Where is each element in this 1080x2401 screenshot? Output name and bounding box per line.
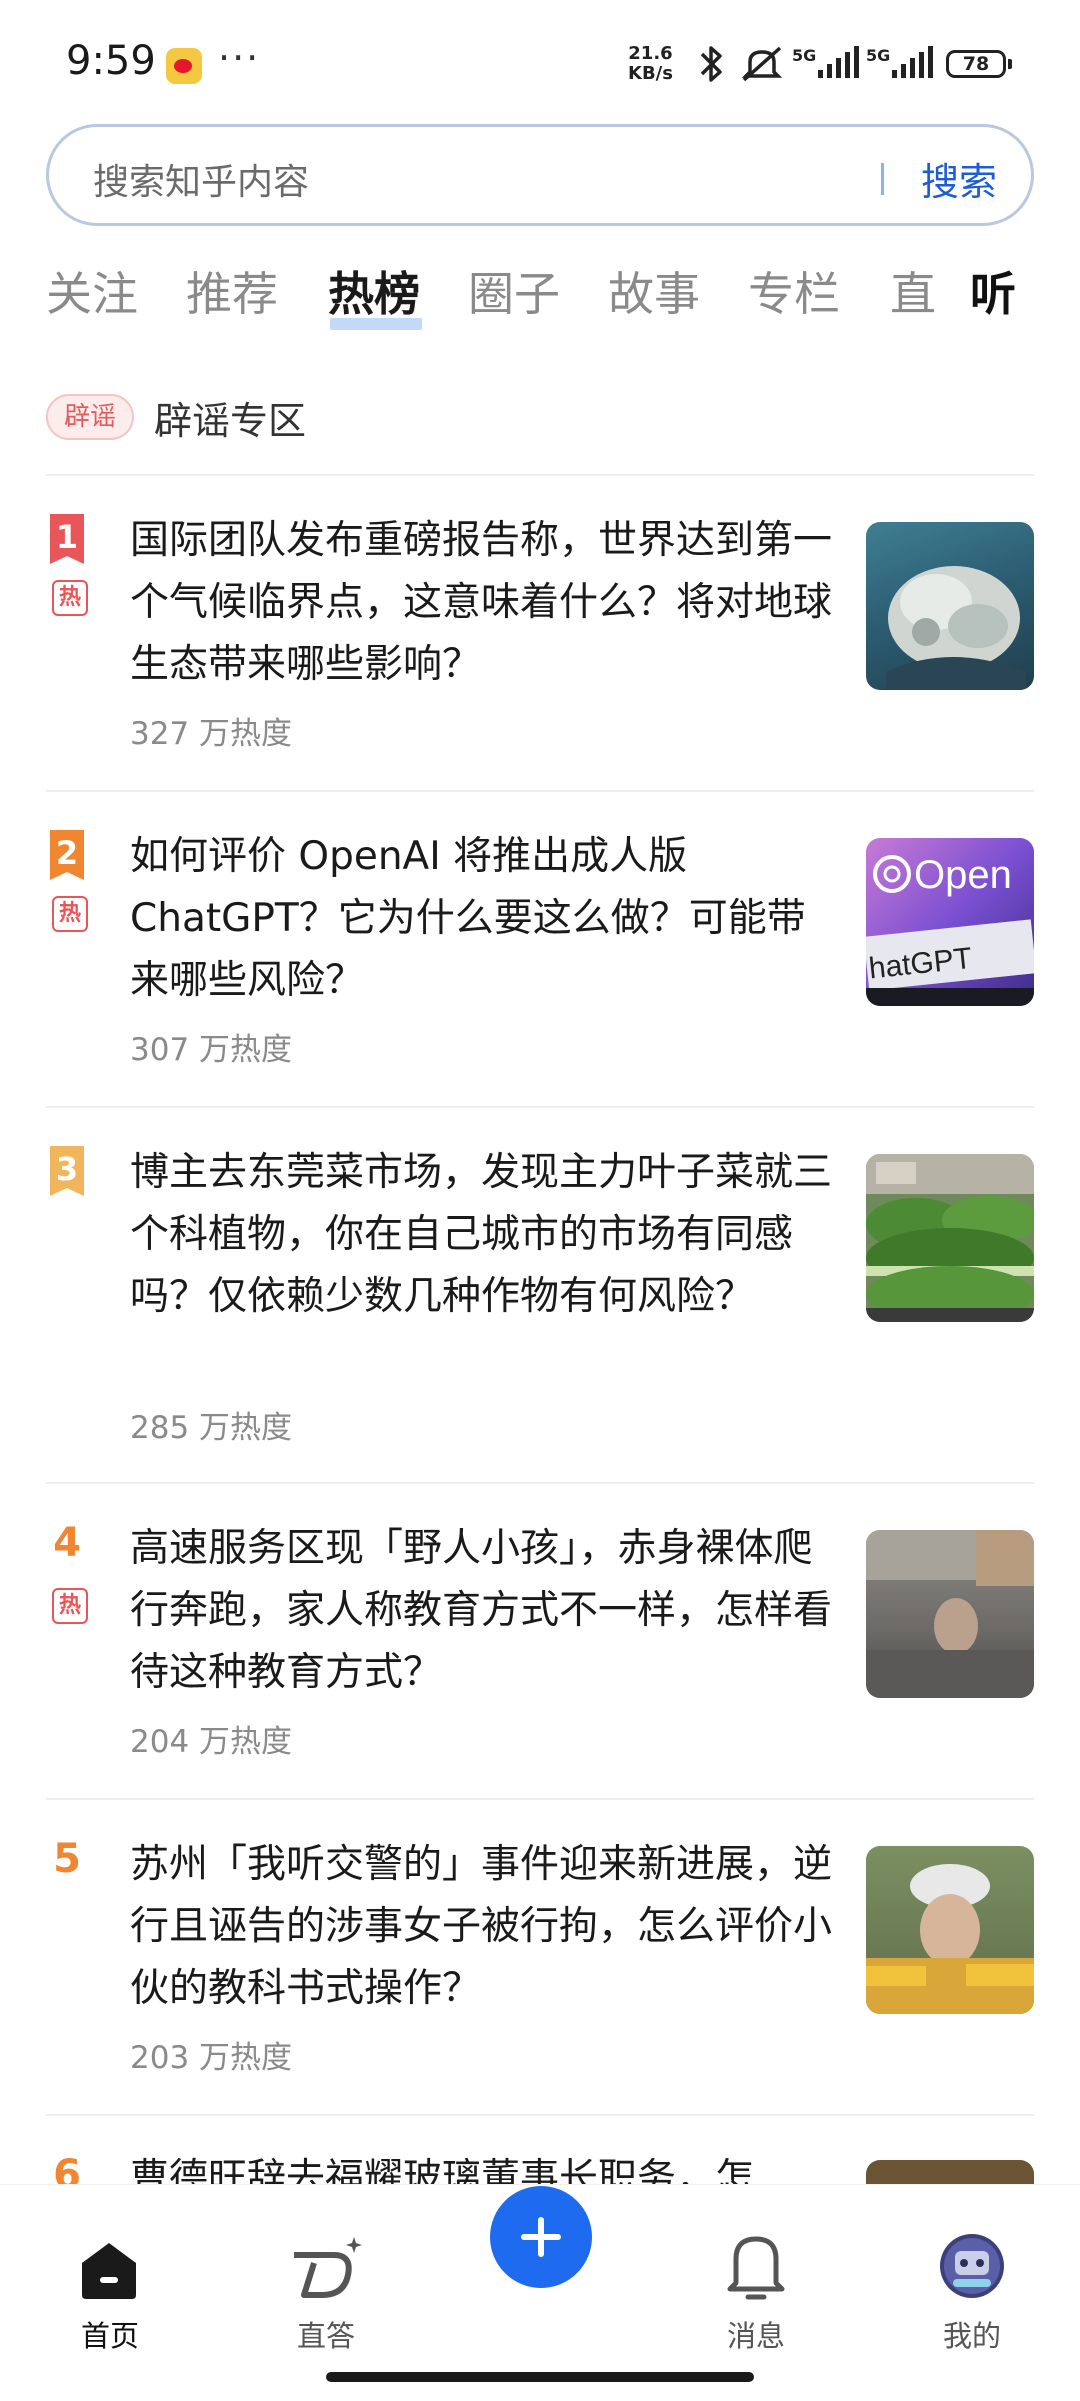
more-notifications-icon: ··· (218, 36, 261, 80)
hot-list-item[interactable]: 6 曹德旺辞去福耀玻璃董事长职务，怎 (0, 2150, 1080, 2184)
rank-badge: 5 (46, 1834, 86, 1894)
item-thumbnail[interactable] (866, 1154, 1034, 1322)
divider (46, 474, 1034, 476)
item-title[interactable]: 苏州「我听交警的」事件迎来新进展，逆行且诬告的涉事女子被行拘，怎么评价小伙的教科… (130, 1834, 842, 2020)
item-thumbnail[interactable] (866, 522, 1034, 690)
tab-columns[interactable]: 专栏 (748, 258, 840, 324)
rank-number: 3 (55, 1150, 79, 1188)
rank-number: 6 (53, 2152, 81, 2184)
search-divider (881, 163, 884, 195)
tab-stories[interactable]: 故事 (608, 258, 700, 324)
status-bar: 9:59 ··· 21.6 KB/s 5G 5G 78 (0, 0, 1080, 120)
signal-sim2-icon: 5G (866, 46, 936, 82)
item-title[interactable]: 博主去东莞菜市场，发现主力叶子菜就三个科植物，你在自己城市的市场有同感吗？仅依赖… (130, 1142, 842, 1328)
rumor-tag: 辟谣 (46, 394, 134, 440)
divider (46, 790, 1034, 792)
hot-list-item[interactable]: 2 热 如何评价 OpenAI 将推出成人版 ChatGPT？它为什么要这么做？… (0, 826, 1080, 1106)
bell-icon (727, 2236, 785, 2300)
openai-logo-image: Open hatGPT (866, 853, 1034, 1006)
heat-count: 203 万热度 (130, 2040, 293, 2076)
tab-hot-list[interactable]: 热榜 (328, 258, 420, 324)
rank-badge: 2 (46, 826, 86, 886)
tab-circles[interactable]: 圈子 (468, 258, 560, 324)
home-icon (82, 2243, 136, 2299)
tab-following[interactable]: 关注 (46, 258, 138, 324)
rank-badge: 3 (46, 1142, 86, 1202)
tab-bar: 关注 推荐 热榜 圈子 故事 专栏 直 听 (0, 258, 1080, 338)
nav-zhida-label: 直答 (296, 2319, 355, 2353)
battery-icon: 78 (946, 50, 1012, 78)
rank-badge: 4 (46, 1518, 86, 1578)
search-bar[interactable]: 搜索知乎内容 搜索 (46, 124, 1034, 226)
blurred-image (866, 1530, 1034, 1698)
tab-live[interactable]: 直 (890, 258, 936, 324)
item-title[interactable]: 如何评价 OpenAI 将推出成人版 ChatGPT？它为什么要这么做？可能带来… (130, 826, 842, 1012)
heat-count: 307 万热度 (130, 1032, 293, 1068)
clock: 9:59 (66, 38, 156, 84)
bluetooth-icon (700, 46, 722, 82)
hot-list-item[interactable]: 3 博主去东莞菜市场，发现主力叶子菜就三个科植物，你在自己城市的市场有同感吗？仅… (0, 1142, 1080, 1482)
signal-sim1-icon: 5G (792, 46, 862, 82)
hot-list-item[interactable]: 4 热 高速服务区现「野人小孩」，赤身裸体爬行奔跑，家人称教育方式不一样，怎样看… (0, 1518, 1080, 1798)
search-input[interactable]: 搜索知乎内容 (93, 153, 309, 205)
divider (46, 1482, 1034, 1484)
item-thumbnail[interactable]: Open hatGPT (866, 838, 1034, 1006)
network-speed-value: 21.6 (628, 43, 673, 64)
item-thumbnail[interactable] (866, 1846, 1034, 2014)
rank-number: 4 (53, 1520, 81, 1566)
network-speed: 21.6 KB/s (628, 44, 673, 84)
active-tab-indicator (330, 318, 422, 330)
divider (46, 1106, 1034, 1108)
hot-badge: 热 (52, 896, 88, 932)
rank-badge: 1 (46, 510, 86, 570)
hot-list-item[interactable]: 1 热 国际团队发布重磅报告称，世界达到第一个气候临界点，这意味着什么？将对地球… (0, 510, 1080, 790)
home-indicator[interactable] (326, 2372, 754, 2382)
heat-count: 327 万热度 (130, 716, 293, 752)
avatar (940, 2234, 1004, 2298)
hot-badge: 热 (52, 1588, 88, 1624)
divider (46, 1798, 1034, 1800)
hot-badge: 热 (52, 580, 88, 616)
item-title[interactable]: 国际团队发布重磅报告称，世界达到第一个气候临界点，这意味着什么？将对地球生态带来… (130, 510, 842, 696)
rank-number: 1 (55, 518, 79, 556)
vegetables-image (866, 1154, 1034, 1322)
nav-profile-label: 我的 (942, 2319, 1001, 2353)
weibo-notification-icon (166, 48, 202, 84)
search-button[interactable]: 搜索 (921, 151, 997, 206)
tab-listen[interactable]: 听 (970, 258, 1016, 324)
nav-home-label: 首页 (80, 2319, 139, 2353)
heat-count: 204 万热度 (130, 1724, 293, 1760)
heat-count: 285 万热度 (130, 1410, 293, 1446)
zhida-icon (294, 2237, 362, 2298)
network-speed-unit: KB/s (628, 63, 673, 84)
item-thumbnail[interactable] (866, 1530, 1034, 1698)
nav-messages-label: 消息 (726, 2319, 785, 2353)
rank-number: 2 (55, 834, 79, 872)
hot-list-item[interactable]: 5 苏州「我听交警的」事件迎来新进展，逆行且诬告的涉事女子被行拘，怎么评价小伙的… (0, 1834, 1080, 2114)
person-image (866, 1864, 1034, 2014)
create-button[interactable] (490, 2186, 592, 2288)
svg-text:Open: Open (914, 853, 1012, 897)
rumor-label: 辟谣专区 (154, 399, 307, 443)
tab-recommend[interactable]: 推荐 (186, 258, 278, 324)
rank-badge: 6 (46, 2150, 86, 2184)
item-title[interactable]: 曹德旺辞去福耀玻璃董事长职务，怎 (130, 2150, 842, 2184)
rank-number: 5 (53, 1836, 81, 1882)
coral-image (886, 566, 1026, 690)
item-title[interactable]: 高速服务区现「野人小孩」，赤身裸体爬行奔跑，家人称教育方式不一样，怎样看待这种教… (130, 1518, 842, 1704)
mute-bell-icon (741, 46, 783, 82)
item-thumbnail[interactable] (866, 2160, 1034, 2184)
divider (46, 2114, 1034, 2116)
